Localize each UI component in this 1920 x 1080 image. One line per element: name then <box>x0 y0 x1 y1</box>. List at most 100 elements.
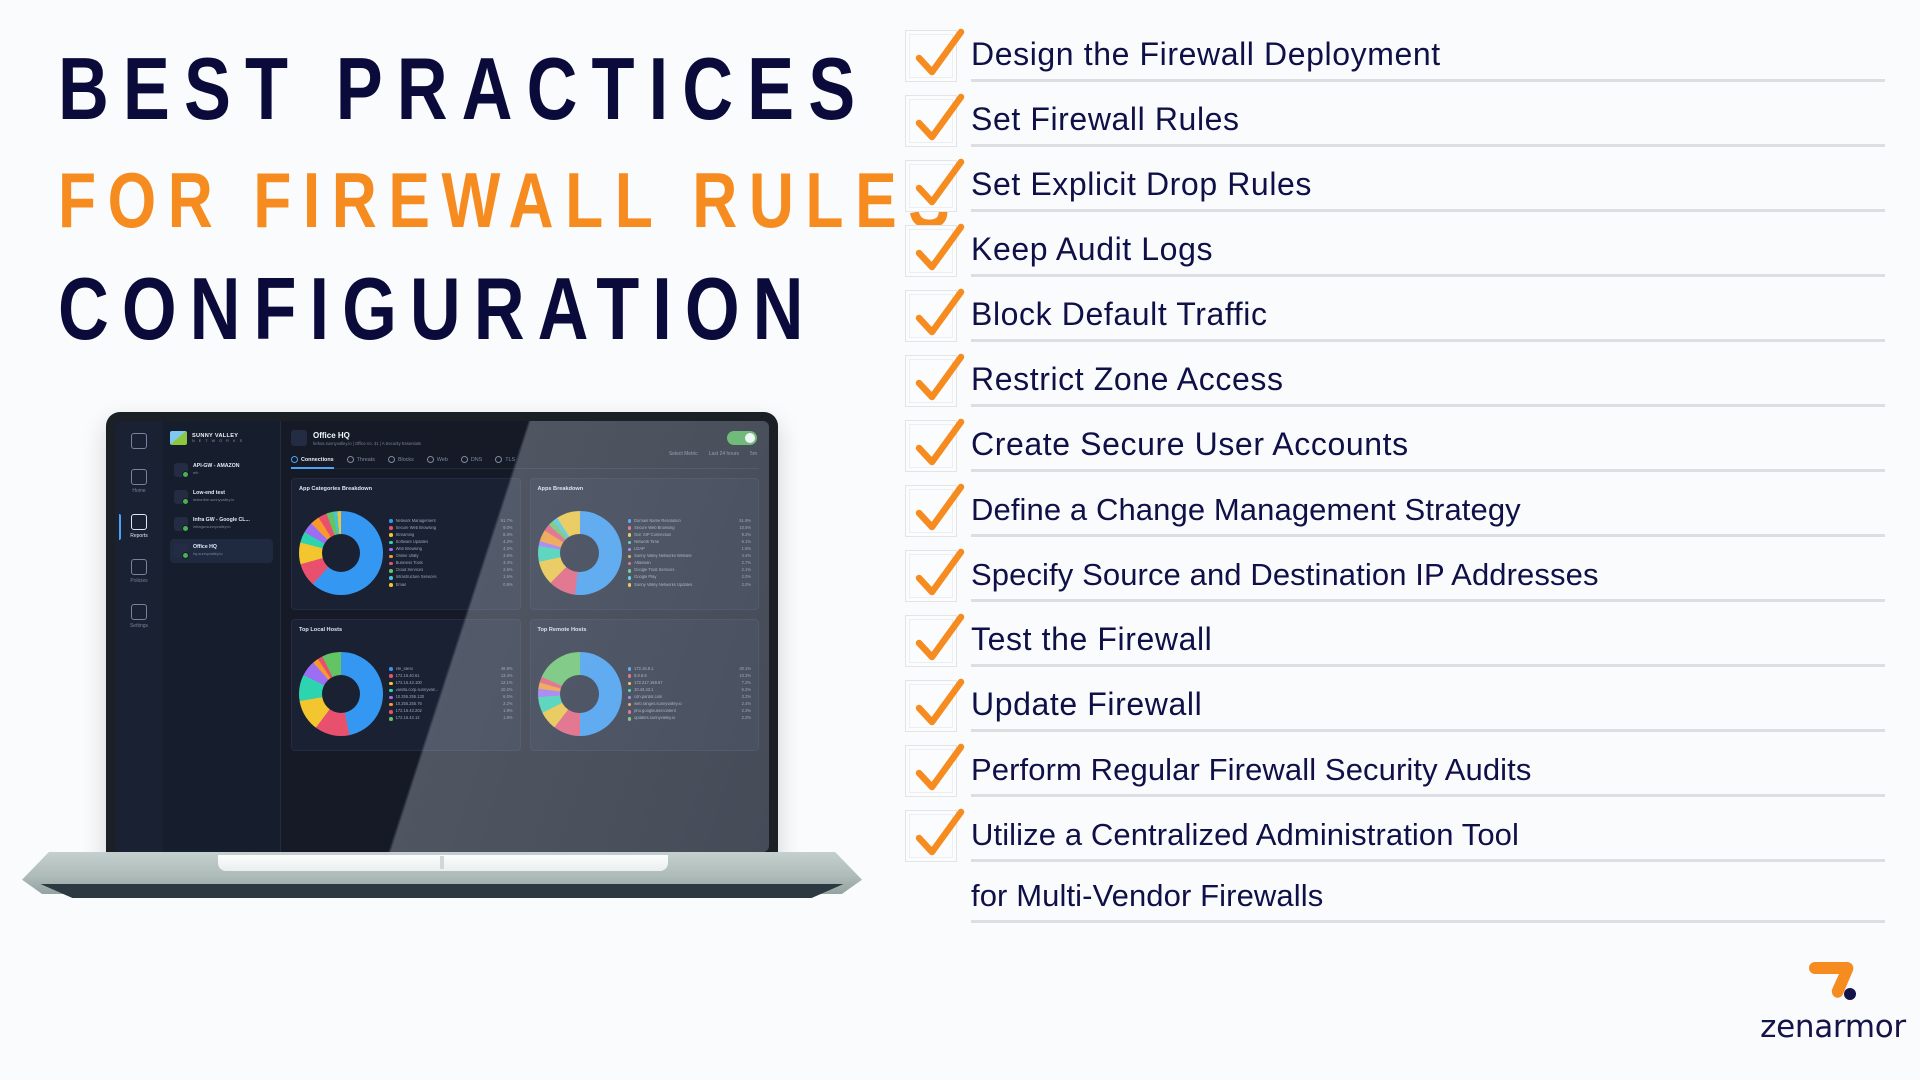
legend-label: Google Play <box>634 575 657 580</box>
legend-label: Software Updates <box>395 540 429 544</box>
tls-icon <box>495 456 503 463</box>
checklist-item[interactable]: Design the Firewall Deployment <box>905 28 1885 82</box>
list-item[interactable]: Office HQ hq.sunnyvalley.io <box>170 539 273 563</box>
sidebar-item-reports[interactable]: Reports <box>119 514 159 540</box>
checklist-item[interactable]: Specify Source and Destination IP Addres… <box>905 548 1885 602</box>
status-dot <box>182 552 189 559</box>
checklist-item[interactable]: Restrict Zone Access <box>905 353 1885 407</box>
list-item[interactable]: API-GW - AMAZON eth <box>170 458 273 482</box>
dashboard-tabs: Connections Threats Blocks Web DNS TLS <box>291 456 759 469</box>
dashboard-header: Office HQ ferkos.sunnyvalley.io | Office… <box>291 430 759 446</box>
enable-toggle[interactable] <box>727 431 757 445</box>
checkbox[interactable] <box>905 808 965 862</box>
legend-item: Streaming 8.3% <box>389 532 513 538</box>
tab-web[interactable]: Web <box>426 456 448 463</box>
checklist-item[interactable]: Update Firewall <box>905 678 1885 732</box>
checkmark-icon <box>915 743 965 791</box>
tab-dns[interactable]: DNS <box>460 456 482 463</box>
legend-item: Secure Web Browsing 10.5% <box>627 525 751 531</box>
legend-value: 10.3% <box>739 672 751 678</box>
tab-threats[interactable]: Threats <box>346 456 375 463</box>
tab-blocks[interactable]: Blocks <box>387 456 414 463</box>
checkbox[interactable] <box>905 353 965 407</box>
legend-swatch <box>627 688 632 693</box>
legend-value: 2.2% <box>741 715 751 721</box>
legend-swatch <box>389 533 393 538</box>
checklist-item[interactable]: Utilize a Centralized Administration Too… <box>905 808 1885 923</box>
sidebar-item-policies[interactable]: Policies <box>119 559 159 584</box>
checkmark-icon <box>915 418 965 466</box>
legend-item: 172.16.43.100 12.1% <box>389 680 513 686</box>
zenarmor-wordmark: zenarmor <box>1760 1009 1906 1045</box>
legend-value: 2.4% <box>741 701 751 707</box>
legend-label: 10.255.255.76 <box>395 702 422 707</box>
checklist-item[interactable]: Test the Firewall <box>905 613 1885 667</box>
checkbox[interactable] <box>905 548 965 602</box>
checklist-item[interactable]: Create Secure User Accounts <box>905 418 1885 472</box>
legend-swatch <box>389 576 393 580</box>
sidebar-item-home[interactable]: Home <box>119 469 159 494</box>
checkmark-icon <box>915 483 965 531</box>
select-metric-button[interactable]: Select Metric <box>669 451 698 457</box>
checklist-item[interactable]: Block Default Traffic <box>905 288 1885 342</box>
device-name: Infra GW - Google CL... <box>193 517 250 523</box>
legend-label: LDAP <box>634 547 645 552</box>
legend-value: 6.2% <box>741 687 751 693</box>
legend-label: Google Trust Services <box>634 568 675 573</box>
checklist-item[interactable]: Set Explicit Drop Rules <box>905 158 1885 212</box>
legend-value: 3.2% <box>741 694 751 700</box>
sunny-valley-logo-icon <box>170 431 187 445</box>
checkbox[interactable] <box>905 223 965 277</box>
checkbox[interactable] <box>905 483 965 537</box>
checkbox[interactable] <box>905 93 965 147</box>
checklist-item[interactable]: Keep Audit Logs <box>905 223 1885 277</box>
legend-label: updates.sunnyvalley.io <box>634 716 676 721</box>
checkbox[interactable] <box>905 158 965 212</box>
donut-chart <box>537 652 622 736</box>
legend-item: Network Time 6.1% <box>627 539 751 545</box>
tab-label: TLS <box>505 456 516 463</box>
list-item[interactable]: Infra GW - Google CL... infragw.sunnyvall… <box>170 512 273 536</box>
card-title: App Categories Breakdown <box>299 486 373 492</box>
time-range-button[interactable]: Last 24 hours <box>709 451 739 457</box>
checklist-item-label: Restrict Zone Access <box>971 361 1885 407</box>
checklist-item-label: Set Firewall Rules <box>971 101 1885 147</box>
checklist-item[interactable]: Set Firewall Rules <box>905 93 1885 147</box>
checklist-item[interactable]: Perform Regular Firewall Security Audits <box>905 743 1885 797</box>
legend-swatch <box>389 667 393 671</box>
legend-label: vanilla.corp.sunnyvall... <box>395 688 438 693</box>
checkbox[interactable] <box>905 418 965 472</box>
tab-connections[interactable]: Connections <box>291 456 334 469</box>
device-icon <box>174 544 189 559</box>
list-item[interactable]: Low-end test testonthe.sunnyvalley.io <box>170 485 273 509</box>
legend-label: 172.16.43.100 <box>395 681 422 685</box>
legend-item: 10.255.255.130 6.0% <box>389 694 513 700</box>
legend-label: cdn.pardot.com <box>634 695 663 700</box>
sidebar-menu-icon[interactable] <box>119 433 159 449</box>
checkmark-icon <box>915 93 965 141</box>
legend-item: updates.sunnyvalley.io 2.2% <box>627 715 751 721</box>
threats-icon <box>346 456 354 463</box>
tab-label: Threats <box>356 456 375 463</box>
checkbox[interactable] <box>905 28 965 82</box>
checklist-item-label-continued: for Multi-Vendor Firewalls <box>971 862 1885 923</box>
legend-swatch <box>627 709 632 714</box>
tab-tls[interactable]: TLS <box>495 456 515 463</box>
status-dot <box>182 471 189 478</box>
card-top-remote-hosts: Top Remote Hosts 172.16.8.1 30.1% 8.8.8.8 1… <box>529 619 759 751</box>
checkbox[interactable] <box>905 678 965 732</box>
toggle-knob <box>745 433 755 443</box>
device-host: hq.sunnyvalley.io <box>193 551 223 556</box>
checkbox[interactable] <box>905 613 965 667</box>
legend-value: 2.7% <box>741 560 751 566</box>
sidebar-item-settings[interactable]: Settings <box>119 604 159 629</box>
checkbox[interactable] <box>905 743 965 797</box>
device-name: Low-end test <box>193 490 225 496</box>
checklist-item[interactable]: Define a Change Management Strategy <box>905 483 1885 537</box>
legend-label: 10.43.43.1 <box>634 688 654 693</box>
refresh-button[interactable]: 5m <box>750 451 757 457</box>
legend-value: 2.3% <box>741 708 751 714</box>
checkbox[interactable] <box>905 288 965 342</box>
legend-swatch <box>389 583 393 587</box>
device-icon <box>174 517 189 532</box>
